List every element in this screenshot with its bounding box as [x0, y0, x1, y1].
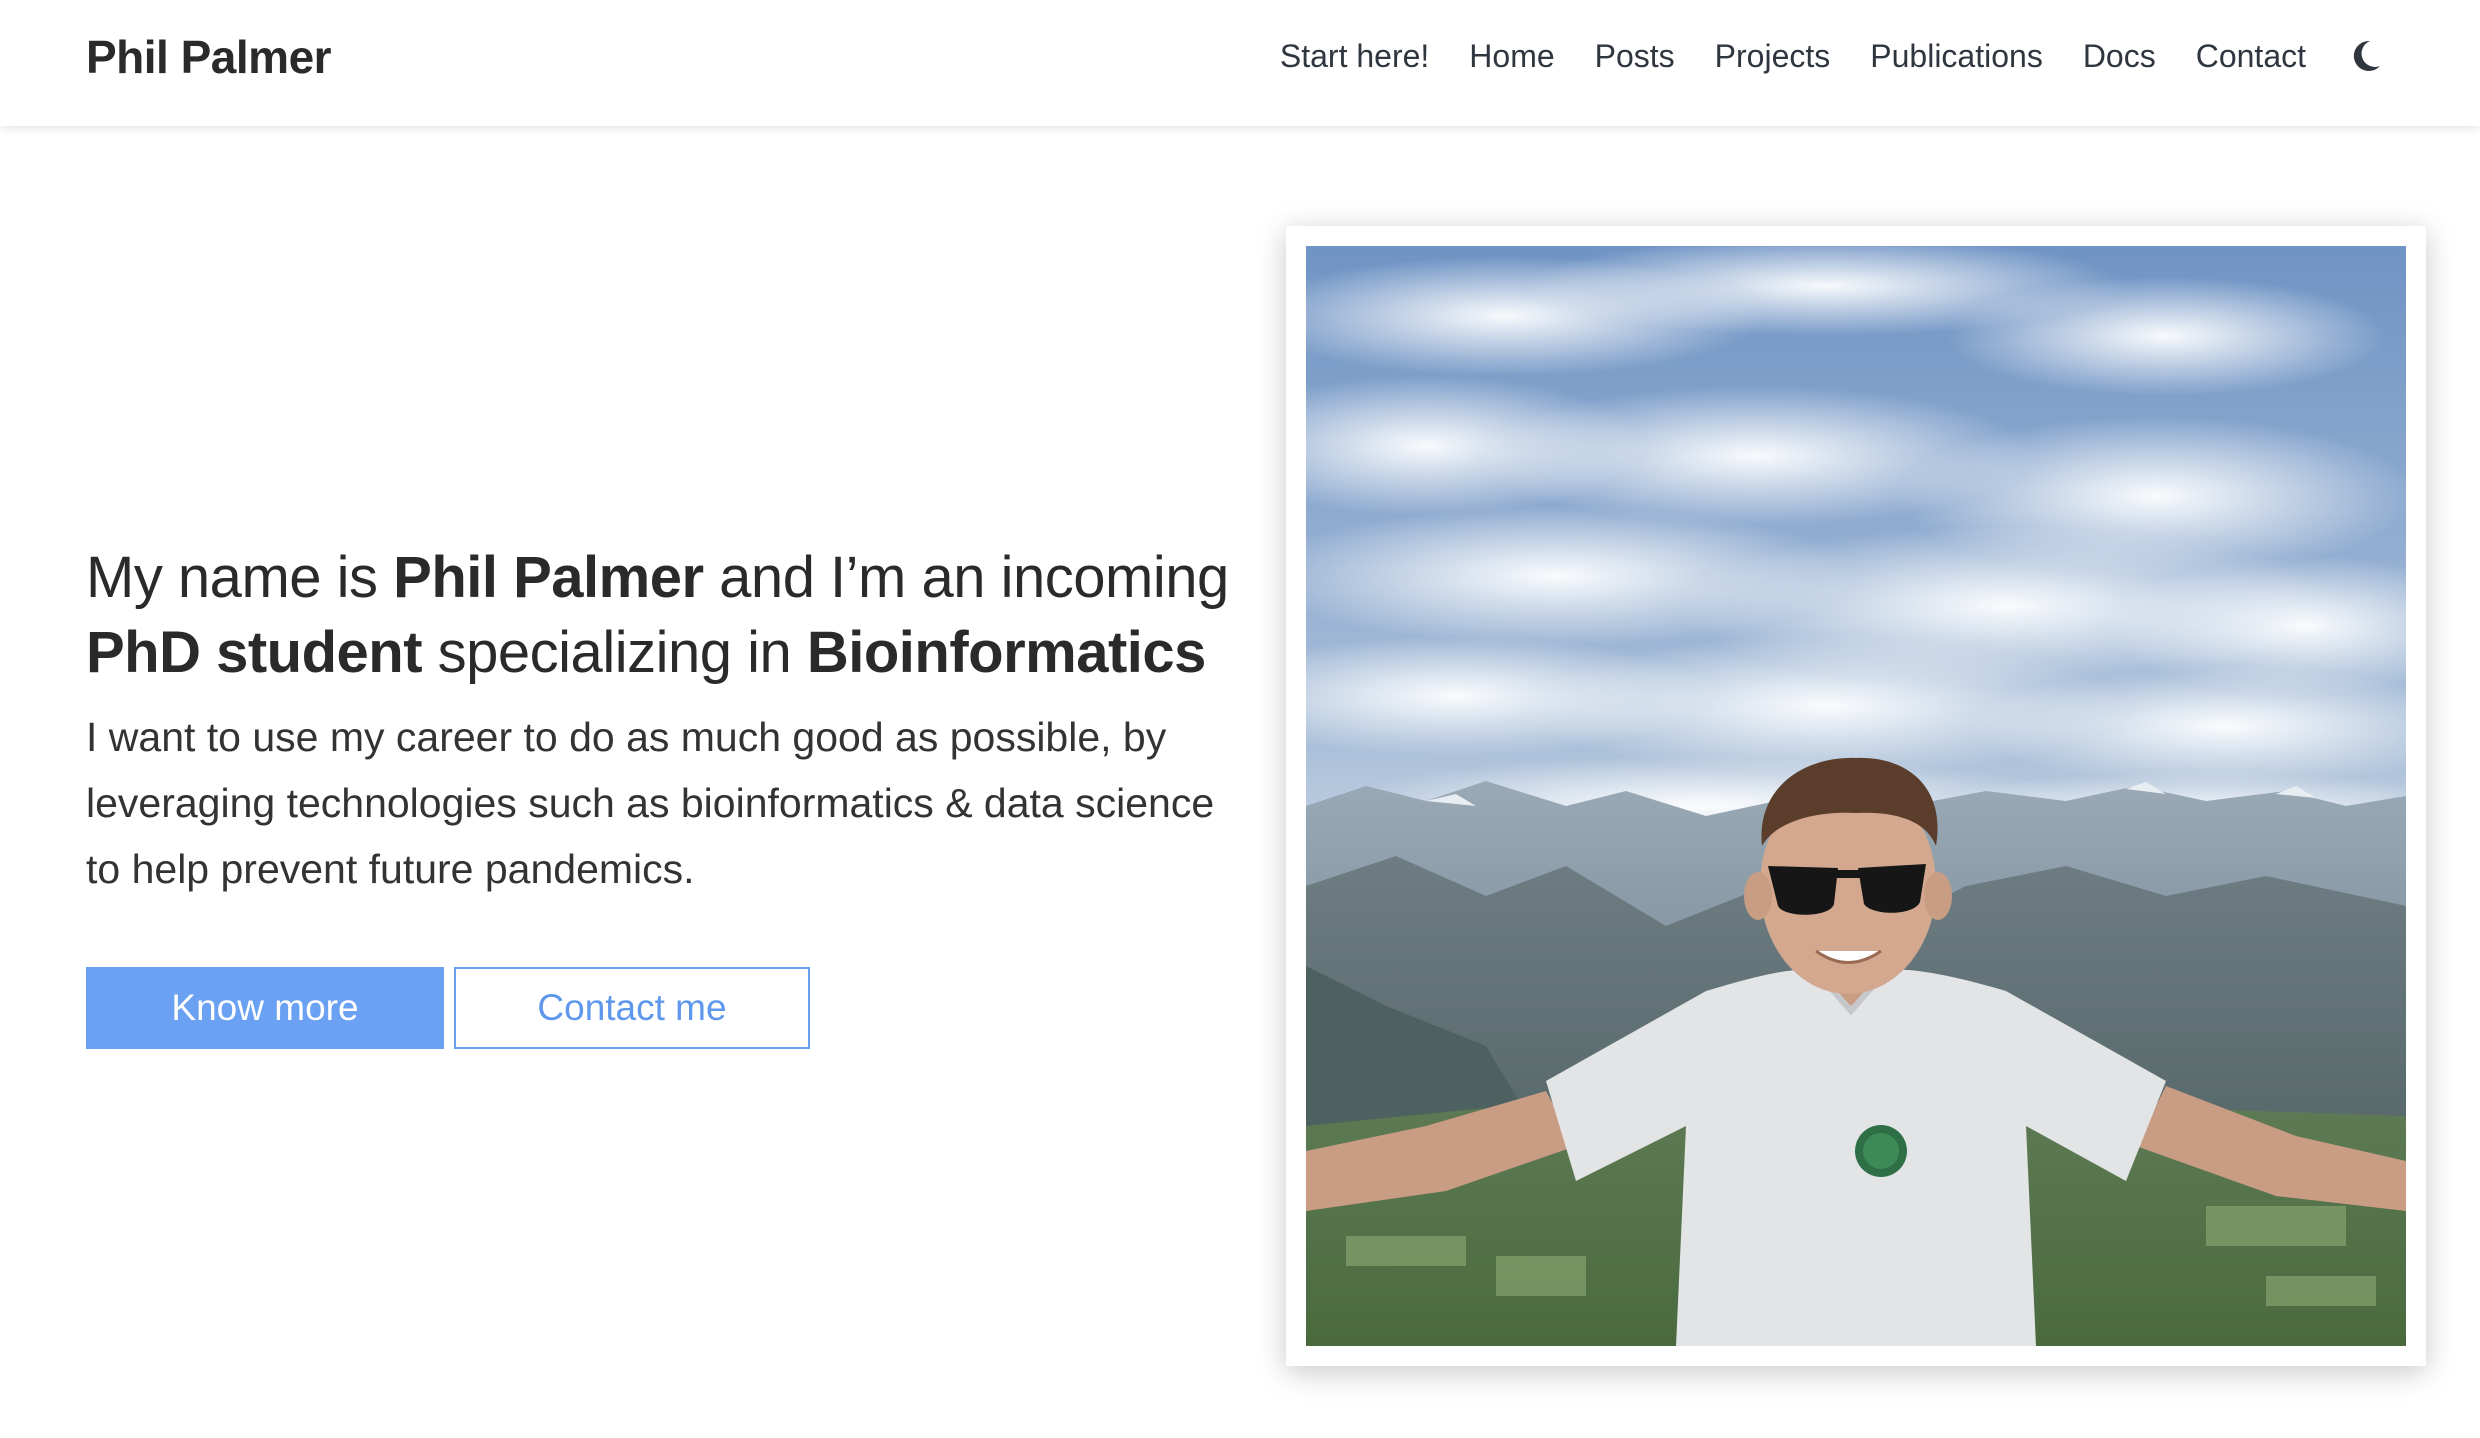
hero-buttons: Know more Contact me: [86, 967, 810, 1049]
heading-text-1: My name is: [86, 545, 394, 610]
hero-heading: My name is Phil Palmer and I’m an incomi…: [86, 540, 1246, 690]
dark-mode-toggle[interactable]: [2348, 38, 2384, 74]
nav-publications[interactable]: Publications: [1870, 38, 2043, 75]
heading-role: PhD student: [86, 620, 423, 685]
brand-logo-link[interactable]: Phil Palmer: [86, 30, 332, 84]
nav-home[interactable]: Home: [1469, 38, 1554, 75]
profile-photo: [1306, 246, 2406, 1346]
heading-text-2: and I’m an incoming: [703, 545, 1229, 610]
top-navbar: Phil Palmer Start here! Home Posts Proje…: [0, 0, 2480, 126]
heading-text-3: specializing in: [422, 620, 807, 685]
heading-name: Phil Palmer: [393, 545, 704, 610]
contact-me-button[interactable]: Contact me: [454, 967, 810, 1049]
moon-icon: [2353, 40, 2380, 71]
know-more-button[interactable]: Know more: [86, 967, 444, 1049]
nav-contact[interactable]: Contact: [2196, 38, 2306, 75]
profile-photo-frame: [1286, 226, 2426, 1366]
nav-start-here[interactable]: Start here!: [1280, 38, 1429, 75]
hero-section: My name is Phil Palmer and I’m an incomi…: [86, 540, 1246, 902]
nav-projects[interactable]: Projects: [1715, 38, 1831, 75]
nav-docs[interactable]: Docs: [2083, 38, 2156, 75]
main-nav: Start here! Home Posts Projects Publicat…: [1240, 0, 2384, 112]
heading-field: Bioinformatics: [806, 620, 1207, 685]
photo-illustration: [1306, 246, 2406, 1346]
nav-posts[interactable]: Posts: [1595, 38, 1675, 75]
hero-subtitle: I want to use my career to do as much go…: [86, 714, 1215, 892]
